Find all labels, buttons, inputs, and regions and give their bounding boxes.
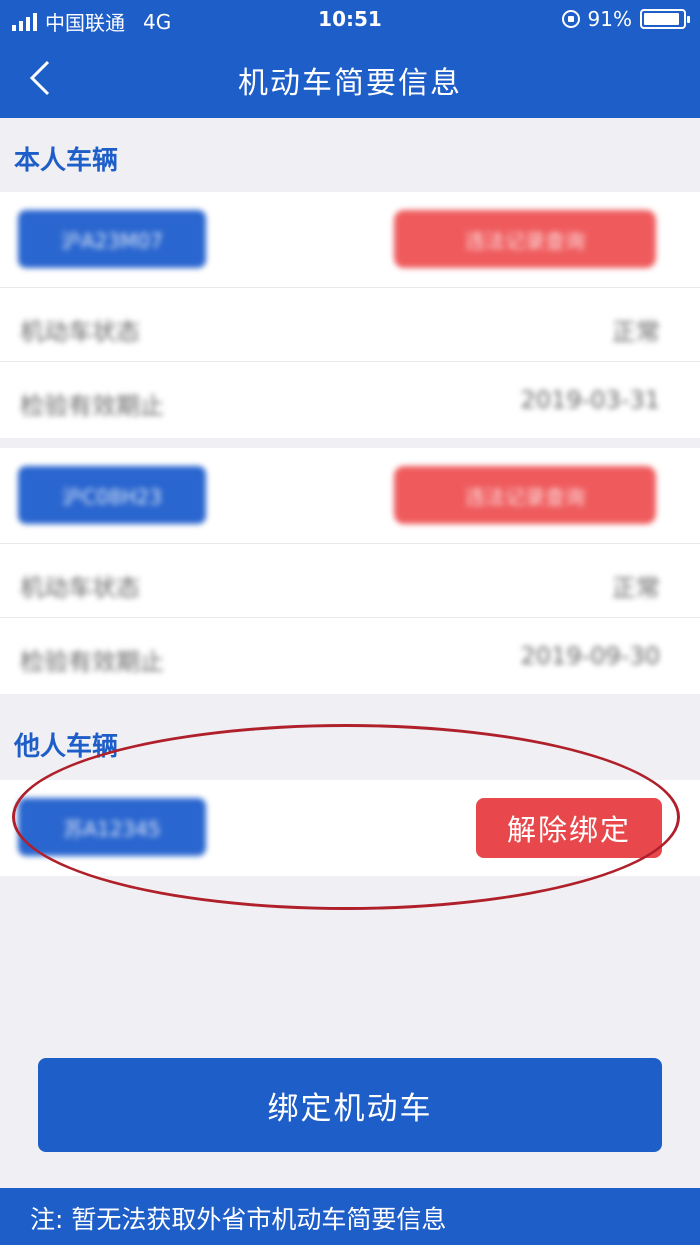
vehicle-card-1: 沪A23M07 违法记录查询 机动车状态 正常 检验有效期止 2019-03-3… [0,192,700,438]
inspection-label: 检验有效期止 [20,392,164,420]
inspection-value: 2019-03-31 [520,386,660,414]
vehicle-inspection-row: 检验有效期止 2019-09-30 [0,618,700,694]
battery-fill [644,13,679,25]
footer-note: 注: 暂无法获取外省市机动车简要信息 [0,1188,700,1245]
status-value: 正常 [612,318,660,346]
inspection-label: 检验有效期止 [20,648,164,676]
unbind-button[interactable]: 解除绑定 [476,798,662,858]
plate-badge[interactable]: 苏A12345 [18,798,206,856]
battery-percent: 91% [587,7,632,31]
inspection-value: 2019-09-30 [520,642,660,670]
vehicle-status-row: 机动车状态 正常 [0,544,700,618]
vehicle-inspection-row: 检验有效期止 2019-03-31 [0,362,700,438]
bind-vehicle-button[interactable]: 绑定机动车 [38,1058,662,1152]
section-header-other: 他人车辆 [14,732,119,762]
vehicle-card-2: 沪C08H23 违法记录查询 机动车状态 正常 检验有效期止 2019-09-3… [0,448,700,694]
violation-query-button[interactable]: 违法记录查询 [394,210,656,268]
battery-icon [640,9,690,29]
violation-query-button[interactable]: 违法记录查询 [394,466,656,524]
status-bar: 中国联通 4G 10:51 91% [0,0,700,38]
plate-badge[interactable]: 沪A23M07 [18,210,206,268]
vehicle-status-row: 机动车状态 正常 [0,288,700,362]
status-label: 机动车状态 [20,574,140,602]
other-vehicle-card: 苏A12345 解除绑定 [0,780,700,876]
status-right: 91% [561,7,690,31]
rotation-lock-icon [561,10,580,28]
nav-bar: 机动车简要信息 [0,38,700,118]
vehicle-row-header: 沪C08H23 违法记录查询 [0,448,700,544]
status-value: 正常 [612,574,660,602]
status-label: 机动车状态 [20,318,140,346]
plate-badge[interactable]: 沪C08H23 [18,466,206,524]
other-vehicle-row: 苏A12345 解除绑定 [0,780,700,876]
page-title: 机动车简要信息 [238,66,462,101]
section-header-own: 本人车辆 [14,146,119,176]
vehicle-row-header: 沪A23M07 违法记录查询 [0,192,700,288]
